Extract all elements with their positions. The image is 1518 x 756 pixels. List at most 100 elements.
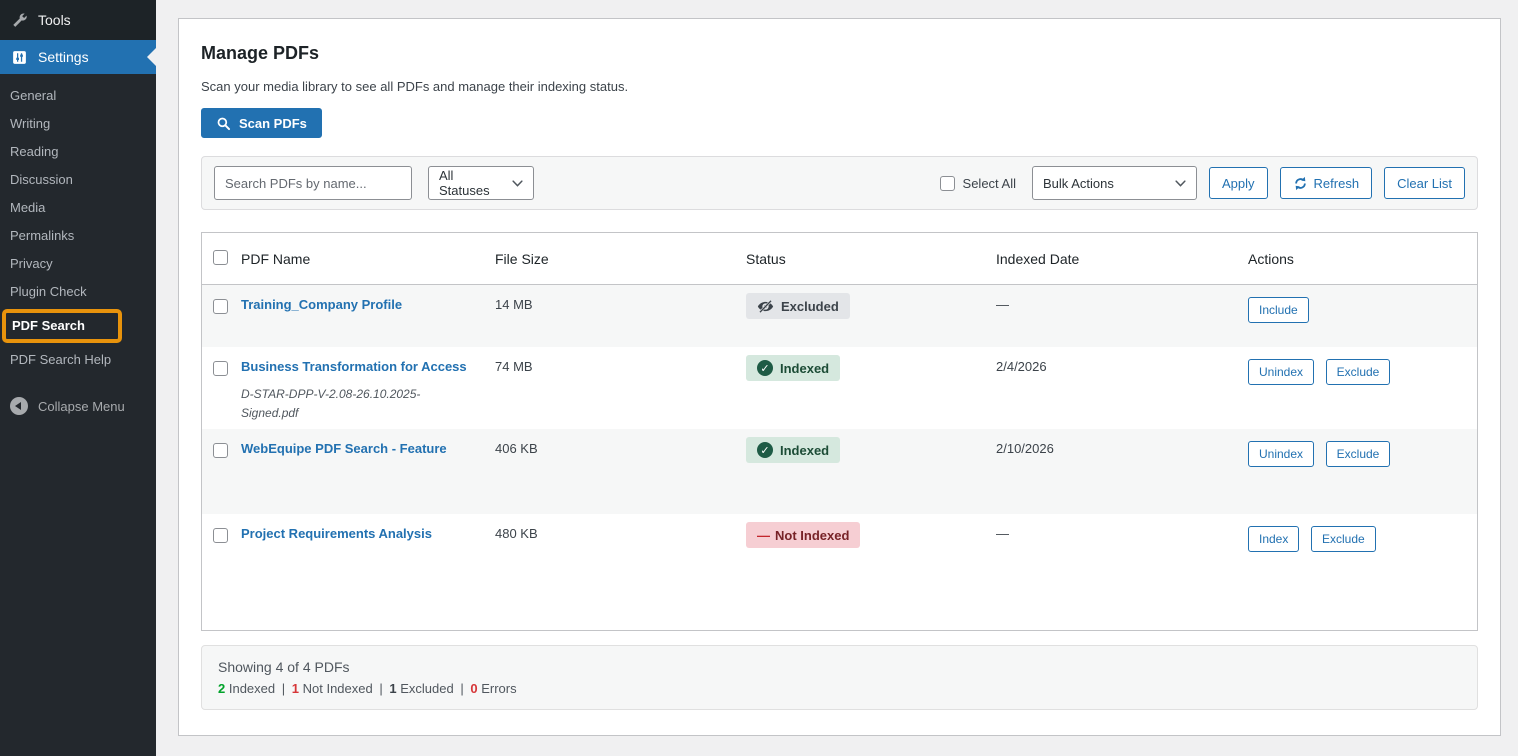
- status-filter-select[interactable]: All Statuses: [428, 166, 534, 200]
- status-badge-indexed: Indexed: [746, 355, 840, 381]
- sidebar-item-writing[interactable]: Writing: [0, 110, 156, 138]
- dash-icon: [757, 528, 768, 543]
- table-row: Business Transformation for Access D-STA…: [202, 347, 1477, 429]
- sidebar-item-tools[interactable]: Tools: [0, 0, 156, 40]
- check-circle-icon: [757, 442, 773, 458]
- settings-icon: [10, 48, 28, 66]
- status-badge-not-indexed: Not Indexed: [746, 522, 860, 548]
- bulk-actions-value: Bulk Actions: [1043, 176, 1114, 191]
- sidebar-item-plugin-check[interactable]: Plugin Check: [0, 278, 156, 306]
- clear-list-button[interactable]: Clear List: [1384, 167, 1465, 199]
- separator: |: [282, 681, 285, 696]
- manage-pdfs-card: Manage PDFs Scan your media library to s…: [178, 18, 1501, 736]
- separator: |: [460, 681, 463, 696]
- sidebar-item-discussion[interactable]: Discussion: [0, 166, 156, 194]
- bulk-actions-select[interactable]: Bulk Actions: [1032, 166, 1197, 200]
- indexed-date: 2/10/2026: [996, 441, 1248, 456]
- pdf-name-link[interactable]: Business Transformation for Access: [241, 359, 467, 374]
- status-badge-label: Indexed: [780, 443, 829, 458]
- row-checkbox[interactable]: [213, 361, 228, 376]
- indexed-date: —: [996, 297, 1248, 312]
- sidebar-item-label: Settings: [38, 49, 89, 65]
- sidebar-item-settings[interactable]: Settings: [0, 40, 156, 74]
- table-row: Project Requirements Analysis 480 KB Not…: [202, 514, 1477, 630]
- row-checkbox[interactable]: [213, 443, 228, 458]
- sidebar-item-privacy[interactable]: Privacy: [0, 250, 156, 278]
- status-filter-value: All Statuses: [439, 168, 502, 198]
- pdf-name-link[interactable]: WebEquipe PDF Search - Feature: [241, 441, 447, 456]
- not-indexed-count-label: Not Indexed: [303, 681, 373, 696]
- indexed-count: 2: [218, 681, 225, 696]
- status-badge-indexed: Indexed: [746, 437, 840, 463]
- row-checkbox[interactable]: [213, 299, 228, 314]
- page-title: Manage PDFs: [201, 43, 1478, 64]
- excluded-count: 1: [389, 681, 396, 696]
- check-circle-icon: [757, 360, 773, 376]
- pdf-table: PDF Name File Size Status Indexed Date A…: [201, 232, 1478, 631]
- column-header-file-size: File Size: [495, 251, 746, 267]
- errors-count: 0: [470, 681, 477, 696]
- collapse-arrow-icon: [10, 397, 28, 415]
- table-row: Training_Company Profile 14 MB Excluded …: [202, 285, 1477, 347]
- exclude-button[interactable]: Exclude: [1311, 526, 1376, 552]
- page-description: Scan your media library to see all PDFs …: [201, 79, 1478, 94]
- refresh-icon: [1293, 176, 1308, 191]
- select-all-control[interactable]: Select All: [940, 176, 1016, 191]
- admin-content: Manage PDFs Scan your media library to s…: [156, 0, 1518, 736]
- sidebar-item-general[interactable]: General: [0, 82, 156, 110]
- column-header-pdf-name: PDF Name: [241, 251, 495, 267]
- column-header-actions: Actions: [1248, 251, 1477, 267]
- highlight-box-pdf-search: PDF Search: [2, 309, 122, 343]
- unindex-button[interactable]: Unindex: [1248, 441, 1314, 467]
- pdf-filename: D-STAR-DPP-V-2.08-26.10.2025-Signed.pdf: [241, 385, 429, 422]
- sidebar-item-pdf-search-help[interactable]: PDF Search Help: [0, 346, 156, 374]
- summary-panel: Showing 4 of 4 PDFs 2 Indexed | 1 Not In…: [201, 645, 1478, 710]
- file-size: 74 MB: [495, 359, 746, 374]
- status-badge-label: Excluded: [781, 299, 839, 314]
- column-header-indexed-date: Indexed Date: [996, 251, 1248, 267]
- indexed-date: 2/4/2026: [996, 359, 1248, 374]
- row-checkbox[interactable]: [213, 528, 228, 543]
- status-badge-label: Not Indexed: [775, 528, 849, 543]
- scan-pdfs-label: Scan PDFs: [239, 116, 307, 131]
- pdf-name-link[interactable]: Project Requirements Analysis: [241, 526, 432, 541]
- status-badge-label: Indexed: [780, 361, 829, 376]
- sidebar-item-reading[interactable]: Reading: [0, 138, 156, 166]
- status-counts: 2 Indexed | 1 Not Indexed | 1 Excluded |…: [218, 681, 1461, 696]
- file-size: 406 KB: [495, 441, 746, 456]
- sidebar-item-pdf-search[interactable]: PDF Search: [6, 313, 118, 339]
- index-button[interactable]: Index: [1248, 526, 1299, 552]
- status-badge-excluded: Excluded: [746, 293, 850, 319]
- eye-slash-icon: [757, 300, 774, 313]
- exclude-button[interactable]: Exclude: [1326, 359, 1391, 385]
- separator: |: [379, 681, 382, 696]
- table-row: WebEquipe PDF Search - Feature 406 KB In…: [202, 429, 1477, 514]
- chevron-down-icon: [512, 180, 523, 187]
- wrench-icon: [10, 11, 28, 29]
- scan-pdfs-button[interactable]: Scan PDFs: [201, 108, 322, 138]
- errors-count-label: Errors: [481, 681, 516, 696]
- header-select-all-checkbox[interactable]: [213, 250, 228, 265]
- select-all-label: Select All: [963, 176, 1016, 191]
- search-icon: [216, 116, 231, 131]
- filter-toolbar: All Statuses Select All Bulk Actions: [201, 156, 1478, 210]
- chevron-down-icon: [1175, 180, 1186, 187]
- indexed-date: —: [996, 526, 1248, 541]
- excluded-count-label: Excluded: [400, 681, 453, 696]
- showing-count: Showing 4 of 4 PDFs: [218, 659, 1461, 675]
- wordpress-admin: Tools Settings General Writing Reading D…: [0, 0, 1518, 756]
- exclude-button[interactable]: Exclude: [1326, 441, 1391, 467]
- pdf-name-link[interactable]: Training_Company Profile: [241, 297, 402, 312]
- sidebar-item-media[interactable]: Media: [0, 194, 156, 222]
- search-input[interactable]: [214, 166, 412, 200]
- collapse-menu-button[interactable]: Collapse Menu: [0, 392, 156, 420]
- collapse-menu-label: Collapse Menu: [38, 399, 125, 414]
- sidebar-item-permalinks[interactable]: Permalinks: [0, 222, 156, 250]
- apply-button[interactable]: Apply: [1209, 167, 1268, 199]
- unindex-button[interactable]: Unindex: [1248, 359, 1314, 385]
- file-size: 480 KB: [495, 526, 746, 541]
- refresh-button[interactable]: Refresh: [1280, 167, 1373, 199]
- include-button[interactable]: Include: [1248, 297, 1309, 323]
- column-header-status: Status: [746, 251, 996, 267]
- select-all-checkbox[interactable]: [940, 176, 955, 191]
